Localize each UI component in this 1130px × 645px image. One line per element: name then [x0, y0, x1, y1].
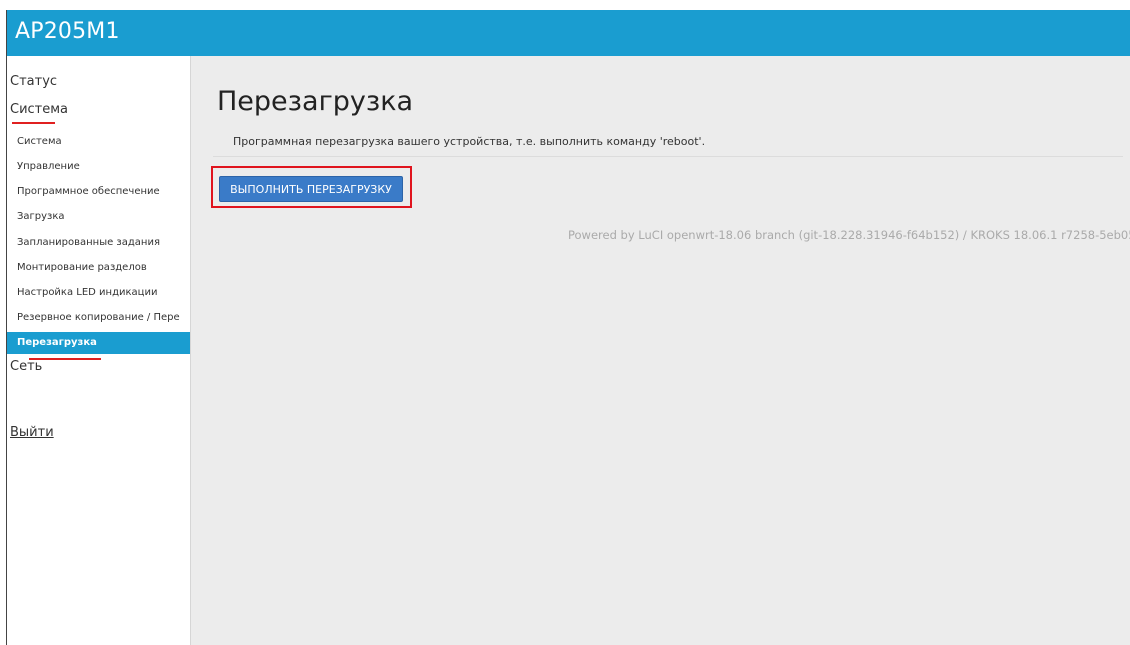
sidebar-item-system[interactable]: Система	[10, 102, 68, 117]
sidebar-subitem-software[interactable]: Программное обеспечение	[17, 186, 160, 197]
logout-link[interactable]: Выйти	[10, 425, 54, 440]
page-title: Перезагрузка	[217, 86, 414, 117]
sidebar-item-network[interactable]: Сеть	[10, 359, 42, 374]
sidebar-subitem-management[interactable]: Управление	[17, 161, 80, 172]
brand-title[interactable]: AP205M1	[15, 19, 120, 44]
main-content: Перезагрузка Программная перезагрузка ва…	[191, 56, 1130, 645]
page-description: Программная перезагрузка вашего устройст…	[233, 135, 706, 148]
app-frame: AP205M1 Статус Система Система Управлени…	[6, 10, 1130, 645]
annotation-underline-system	[12, 122, 55, 124]
sidebar-item-status[interactable]: Статус	[10, 74, 57, 89]
sidebar-subitem-mount-points[interactable]: Монтирование разделов	[17, 262, 147, 273]
sidebar-subitem-reboot-active[interactable]: Перезагрузка	[7, 332, 190, 354]
annotation-highlight-box	[211, 166, 412, 208]
sidebar-subitem-scheduled-tasks[interactable]: Запланированные задания	[17, 237, 160, 248]
footer-powered-by: Powered by LuCI openwrt-18.06 branch (gi…	[568, 228, 1130, 242]
sidebar-subitem-led-config[interactable]: Настройка LED индикации	[17, 287, 157, 298]
sidebar-subitem-boot[interactable]: Загрузка	[17, 211, 65, 222]
sidebar-subitem-backup[interactable]: Резервное копирование / Пере	[17, 312, 180, 323]
section-divider	[213, 156, 1123, 157]
sidebar: Статус Система Система Управление Програ…	[7, 56, 191, 645]
top-header: AP205M1	[7, 10, 1130, 56]
sidebar-subitem-reboot-label: Перезагрузка	[17, 337, 97, 348]
sidebar-subitem-system[interactable]: Система	[17, 136, 62, 147]
